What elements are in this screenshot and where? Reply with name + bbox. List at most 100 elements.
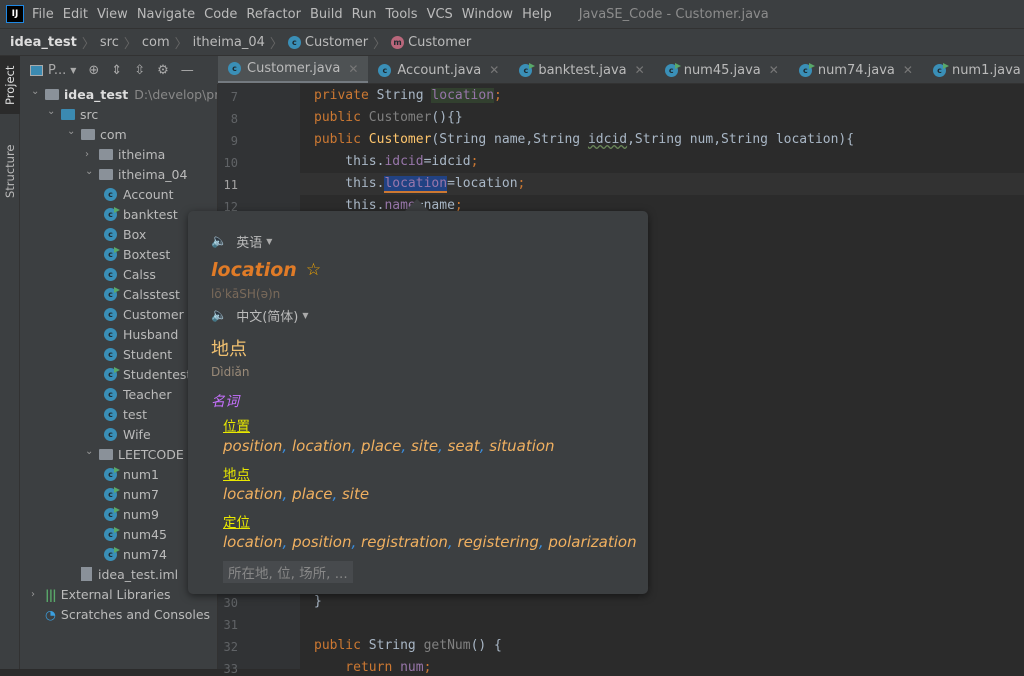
breadcrumb-item[interactable]: m Customer: [391, 35, 471, 50]
breadcrumb-item[interactable]: com: [142, 35, 170, 50]
tree-item[interactable]: c num9: [103, 504, 159, 524]
tab-num1[interactable]: cnum1.java✕: [923, 56, 1024, 83]
english-synonym[interactable]: site: [411, 437, 438, 455]
tree-item[interactable]: c Husband: [103, 324, 178, 344]
runnable-class-icon: c: [104, 206, 120, 221]
tree-item-label: banktest: [123, 206, 178, 222]
english-synonym[interactable]: location: [292, 437, 352, 455]
tab-account[interactable]: c Account.java ✕: [368, 56, 509, 83]
folder-icon: [61, 108, 75, 120]
comma: ,: [332, 485, 342, 503]
code-token: num: [400, 660, 424, 675]
english-synonym[interactable]: place: [292, 485, 332, 503]
tree-item[interactable]: c Studentest: [103, 364, 191, 384]
english-synonym[interactable]: polarization: [548, 533, 636, 551]
tab-num45[interactable]: c num45.java ✕: [655, 56, 789, 83]
tree-item[interactable]: c Calsstest: [103, 284, 180, 304]
tab-banktest[interactable]: c banktest.java ✕: [509, 56, 654, 83]
menu-vcs[interactable]: VCS: [427, 7, 453, 22]
tree-item[interactable]: ⌄ src: [47, 104, 98, 124]
close-icon[interactable]: ✕: [903, 63, 913, 77]
meaning-group: 地点 location, place, site: [223, 463, 648, 503]
close-icon[interactable]: ✕: [348, 62, 358, 76]
english-synonym[interactable]: situation: [489, 437, 554, 455]
tree-item[interactable]: c Wife: [103, 424, 151, 444]
star-icon[interactable]: ☆: [306, 260, 321, 280]
tree-item[interactable]: ◔ Scratches and Consoles: [31, 604, 210, 624]
code-token: idcid: [384, 154, 424, 169]
english-synonym[interactable]: location: [223, 485, 283, 503]
english-synonym[interactable]: registering: [457, 533, 538, 551]
code-token: getNum: [423, 638, 471, 653]
close-icon[interactable]: ✕: [769, 63, 779, 77]
class-icon: c: [104, 267, 117, 281]
tree-item[interactable]: c num1: [103, 464, 159, 484]
tree-item[interactable]: c banktest: [103, 204, 178, 224]
tree-item[interactable]: c Student: [103, 344, 172, 364]
menu-build[interactable]: Build: [310, 7, 343, 22]
speaker-icon[interactable]: 🔈: [211, 308, 227, 323]
tree-item[interactable]: c num74: [103, 544, 167, 564]
target-language-select[interactable]: 🔈 中文(简体) ▼: [211, 305, 648, 325]
source-language-select[interactable]: 🔈 英语 ▼: [211, 231, 648, 251]
code-token: idcid: [587, 132, 628, 147]
tree-item[interactable]: c Boxtest: [103, 244, 170, 264]
english-synonym[interactable]: position: [292, 533, 351, 551]
tab-structure[interactable]: Structure: [0, 136, 20, 206]
menu-run[interactable]: Run: [352, 7, 377, 22]
tree-item[interactable]: c Calss: [103, 264, 156, 284]
tree-item[interactable]: c Box: [103, 224, 146, 244]
menu-help[interactable]: Help: [522, 7, 552, 22]
tree-item[interactable]: c Customer: [103, 304, 184, 324]
tree-item[interactable]: ⌄ com: [67, 124, 127, 144]
menu-navigate[interactable]: Navigate: [137, 7, 195, 22]
menu-code[interactable]: Code: [204, 7, 237, 22]
collapse-all-icon[interactable]: ⇳: [134, 63, 145, 78]
menu-refactor[interactable]: Refactor: [246, 7, 301, 22]
chevron-down-icon: ⌄: [47, 105, 56, 117]
menu-file[interactable]: File: [32, 7, 54, 22]
breadcrumb-item[interactable]: c Customer: [287, 35, 368, 50]
tree-item[interactable]: c num45: [103, 524, 167, 544]
breadcrumb-item[interactable]: src: [100, 35, 119, 50]
tree-item[interactable]: › ||| External Libraries: [31, 584, 171, 604]
menu-tools[interactable]: Tools: [386, 7, 418, 22]
english-synonym[interactable]: place: [361, 437, 401, 455]
locate-icon[interactable]: ⊕: [88, 63, 99, 78]
english-synonym[interactable]: registration: [361, 533, 448, 551]
tab-num74[interactable]: c num74.java ✕: [789, 56, 923, 83]
tab-project[interactable]: Project: [0, 56, 20, 114]
tree-item[interactable]: idea_test.iml: [67, 564, 178, 584]
line-number: 9: [230, 134, 238, 148]
english-synonym[interactable]: site: [342, 485, 369, 503]
tree-item[interactable]: ⌄ idea_test D:\develop\proj: [31, 84, 217, 104]
menu-view[interactable]: View: [97, 7, 128, 22]
gear-icon[interactable]: ⚙: [157, 63, 169, 78]
menu-edit[interactable]: Edit: [63, 7, 88, 22]
speaker-icon[interactable]: 🔈: [211, 234, 227, 249]
english-synonym[interactable]: location: [223, 533, 283, 551]
project-view-dropdown[interactable]: P... ▼: [30, 63, 76, 78]
breadcrumb-item[interactable]: idea_test: [10, 35, 77, 50]
minimize-icon[interactable]: —: [181, 63, 194, 78]
more-translations[interactable]: 所在地, 位, 场所, ...: [223, 561, 353, 583]
tree-item[interactable]: c num7: [103, 484, 159, 504]
breadcrumb-item[interactable]: itheima_04: [193, 35, 265, 50]
tree-item[interactable]: ⌄ LEETCODE: [85, 444, 184, 464]
tree-item[interactable]: ⌄ itheima_04: [85, 164, 187, 184]
tree-item[interactable]: › itheima: [85, 144, 165, 164]
english-synonym[interactable]: position: [223, 437, 282, 455]
menu-window[interactable]: Window: [462, 7, 513, 22]
tab-customer[interactable]: c Customer.java ✕: [218, 56, 369, 83]
close-icon[interactable]: ✕: [635, 63, 645, 77]
tree-item[interactable]: c Teacher: [103, 384, 172, 404]
class-icon: c: [104, 347, 117, 361]
tree-item[interactable]: c Account: [103, 184, 173, 204]
close-icon[interactable]: ✕: [489, 63, 499, 77]
tree-item-label: Calss: [123, 266, 156, 282]
tree-item[interactable]: c test: [103, 404, 147, 424]
english-synonym[interactable]: seat: [448, 437, 480, 455]
expand-all-icon[interactable]: ⇕: [111, 63, 122, 78]
folder-icon: [99, 168, 113, 180]
comma: ,: [282, 533, 293, 551]
